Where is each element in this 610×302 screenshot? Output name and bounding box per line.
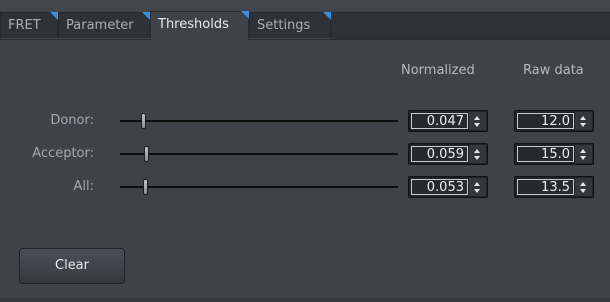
spin-arrows[interactable] (469, 145, 486, 163)
tab-bar: FRET Parameter Thresholds Settings (0, 0, 610, 40)
acceptor-slider-handle[interactable] (144, 146, 150, 162)
clear-button[interactable]: Clear (19, 248, 125, 284)
spin-down-icon[interactable] (580, 156, 586, 160)
all-raw-spinbox[interactable]: 13.5 (514, 176, 594, 198)
tab-corner-marker (50, 12, 58, 20)
donor-raw-value[interactable]: 12.0 (517, 113, 574, 129)
spin-down-icon[interactable] (474, 156, 480, 160)
bottom-strip (0, 298, 610, 302)
all-normalized-spinbox[interactable]: 0.053 (408, 176, 488, 198)
spin-up-icon[interactable] (580, 116, 586, 120)
acceptor-raw-spinbox[interactable]: 15.0 (514, 143, 594, 165)
acceptor-normalized-spinbox[interactable]: 0.059 (408, 143, 488, 165)
spin-up-icon[interactable] (580, 182, 586, 186)
donor-raw-spinbox[interactable]: 12.0 (514, 110, 594, 132)
tab-parameter[interactable]: Parameter (58, 12, 150, 38)
all-normalized-value[interactable]: 0.053 (411, 179, 468, 195)
donor-slider-track[interactable] (120, 120, 398, 122)
donor-normalized-spinbox[interactable]: 0.047 (408, 110, 488, 132)
spin-down-icon[interactable] (580, 123, 586, 127)
all-slider-handle[interactable] (142, 179, 148, 195)
spin-arrows[interactable] (575, 145, 592, 163)
normalized-column-header: Normalized (401, 63, 475, 78)
donor-slider-handle[interactable] (141, 113, 147, 129)
spin-arrows[interactable] (469, 112, 486, 130)
spin-up-icon[interactable] (474, 182, 480, 186)
acceptor-normalized-value[interactable]: 0.059 (411, 146, 468, 162)
tab-label: Settings (257, 18, 311, 33)
tab-corner-marker (142, 12, 150, 20)
spin-down-icon[interactable] (474, 189, 480, 193)
tab-corner-marker (241, 11, 249, 19)
all-slider-track[interactable] (120, 186, 398, 188)
all-raw-value[interactable]: 13.5 (517, 179, 574, 195)
tab-corner-marker (323, 12, 331, 20)
donor-label: Donor: (50, 113, 94, 128)
acceptor-label: Acceptor: (32, 146, 94, 161)
spin-down-icon[interactable] (474, 123, 480, 127)
spin-up-icon[interactable] (474, 149, 480, 153)
thresholds-panel: Normalized Raw data Donor: 0.047 12.0 Ac… (0, 40, 610, 302)
raw-data-column-header: Raw data (523, 63, 584, 78)
tab-label: FRET (8, 18, 41, 33)
all-label: All: (73, 179, 95, 194)
tab-fret[interactable]: FRET (0, 12, 58, 38)
tab-thresholds[interactable]: Thresholds (150, 11, 249, 40)
spin-arrows[interactable] (575, 112, 592, 130)
spin-arrows[interactable] (575, 178, 592, 196)
spin-up-icon[interactable] (580, 149, 586, 153)
spin-down-icon[interactable] (580, 189, 586, 193)
tab-bar-filler (331, 12, 610, 39)
spin-arrows[interactable] (469, 178, 486, 196)
donor-normalized-value[interactable]: 0.047 (411, 113, 468, 129)
acceptor-slider-track[interactable] (120, 153, 398, 155)
spin-up-icon[interactable] (474, 116, 480, 120)
acceptor-raw-value[interactable]: 15.0 (517, 146, 574, 162)
tab-label: Parameter (66, 18, 134, 33)
tab-settings[interactable]: Settings (249, 12, 331, 38)
tab-label: Thresholds (158, 17, 229, 32)
